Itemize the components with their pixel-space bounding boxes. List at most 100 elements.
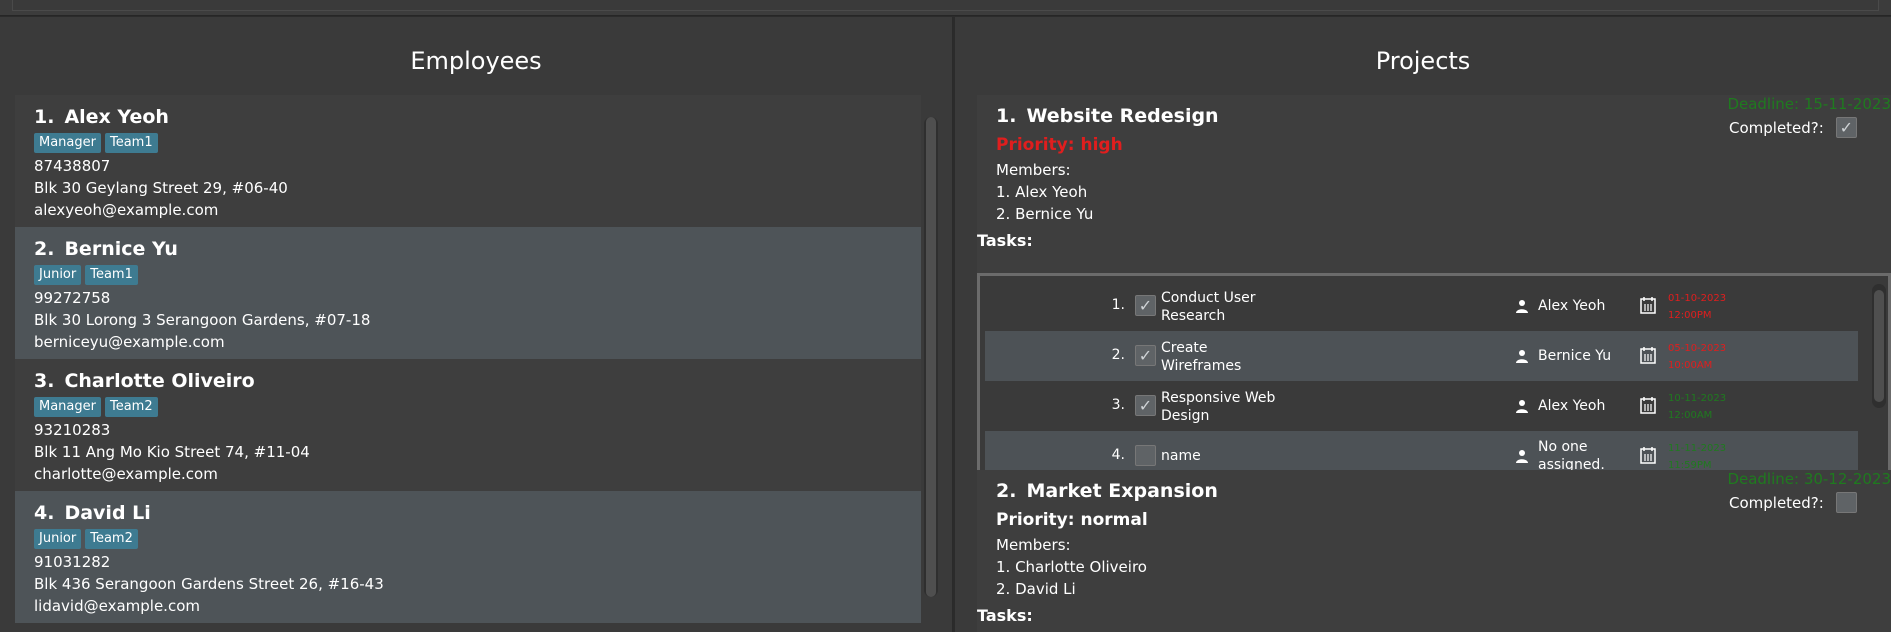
task-checkbox[interactable] xyxy=(1135,445,1156,466)
employee-list-scrollbar[interactable] xyxy=(924,117,938,597)
task-due-date: 10-11-2023 xyxy=(1668,393,1727,404)
scrollbar-thumb[interactable] xyxy=(926,117,936,597)
completed-checkbox[interactable] xyxy=(1835,492,1857,513)
employees-panel: Employees 1. Alex Yeoh Manager Team1 87438… xyxy=(0,17,953,632)
task-index: 2. xyxy=(1111,347,1125,363)
completed-label: Completed?: xyxy=(1729,118,1824,137)
employee-tag: Junior xyxy=(34,529,82,549)
task-row[interactable]: 1. ✓ Conduct User Research Alex Yeoh 01-… xyxy=(985,281,1858,331)
task-list-scrollbar[interactable] xyxy=(1872,284,1886,408)
employee-tag: Manager xyxy=(34,133,101,153)
project-card[interactable]: 2. Market Expansion Deadline: 30-12-2023 … xyxy=(977,470,1891,632)
task-due-time: 12:00PM xyxy=(1668,310,1712,321)
task-due: 05-10-2023 10:00AM xyxy=(1668,340,1726,374)
task-index: 3. xyxy=(1111,397,1125,413)
employee-card[interactable]: 1. Alex Yeoh Manager Team1 87438807 Blk 30… xyxy=(15,95,921,227)
task-due: 11-11-2023 11:59PM xyxy=(1668,440,1726,474)
check-icon: ✓ xyxy=(1138,345,1153,365)
check-icon: ✓ xyxy=(1839,117,1854,137)
task-due: 10-11-2023 12:00AM xyxy=(1668,390,1726,424)
task-list-box: 1. ✓ Conduct User Research Alex Yeoh 01-… xyxy=(977,273,1891,481)
task-assignee: Alex Yeoh xyxy=(1538,398,1606,414)
employee-email: lidavid@example.com xyxy=(34,597,200,615)
task-due-time: 12:00AM xyxy=(1668,410,1713,421)
employee-address: Blk 436 Serangoon Gardens Street 26, #16… xyxy=(34,575,384,593)
task-checkbox[interactable]: ✓ xyxy=(1135,295,1156,316)
task-index: 1. xyxy=(1111,297,1125,313)
command-box[interactable] xyxy=(12,0,1879,11)
task-index: 4. xyxy=(1111,447,1125,463)
task-name: Responsive Web Design xyxy=(1161,390,1276,424)
project-member: 1. Alex Yeoh xyxy=(996,183,1088,201)
employee-tags: Junior Team2 xyxy=(34,526,921,551)
project-member: 2. David Li xyxy=(996,580,1076,598)
scrollbar-thumb[interactable] xyxy=(1874,290,1884,402)
project-deadline: Deadline: 15-11-2023 xyxy=(1727,95,1891,113)
task-due-date: 11-11-2023 xyxy=(1668,443,1727,454)
employee-index: 1. xyxy=(34,106,55,128)
completed-checkbox[interactable]: ✓ xyxy=(1835,117,1857,138)
task-name: Create Wireframes xyxy=(1161,340,1242,374)
project-name-row: 2. Market Expansion xyxy=(996,480,1218,502)
check-icon: ✓ xyxy=(1138,295,1153,315)
employee-phone: 91031282 xyxy=(34,553,111,571)
project-name-row: 1. Website Redesign xyxy=(996,105,1219,127)
employee-card[interactable]: 4. David Li Junior Team2 91031282 Blk 436 … xyxy=(15,491,921,623)
project-priority: Priority: high xyxy=(996,135,1123,155)
completed-label: Completed?: xyxy=(1729,493,1824,512)
calendar-icon xyxy=(1640,297,1656,314)
task-name: name xyxy=(1161,448,1201,464)
check-icon: ✓ xyxy=(1138,395,1153,415)
employee-address: Blk 30 Lorong 3 Serangoon Gardens, #07-1… xyxy=(34,311,371,329)
employee-tag: Team2 xyxy=(104,397,158,417)
employee-list[interactable]: 1. Alex Yeoh Manager Team1 87438807 Blk 30… xyxy=(15,95,921,623)
project-member: 1. Charlotte Oliveiro xyxy=(996,558,1147,576)
person-icon xyxy=(1516,350,1528,363)
employee-tag: Team1 xyxy=(104,133,158,153)
employee-name-row: 1. Alex Yeoh xyxy=(34,105,921,130)
employee-phone: 93210283 xyxy=(34,421,111,439)
project-card[interactable]: 1. Website Redesign Deadline: 15-11-2023 … xyxy=(977,95,1891,481)
employee-email: berniceyu@example.com xyxy=(34,333,225,351)
project-name: Website Redesign xyxy=(1026,105,1219,127)
project-name: Market Expansion xyxy=(1026,480,1218,502)
employees-title: Employees xyxy=(410,47,542,75)
task-assignee: Bernice Yu xyxy=(1538,348,1612,364)
task-checkbox[interactable]: ✓ xyxy=(1135,345,1156,366)
employee-name-row: 2. Bernice Yu xyxy=(34,237,921,262)
task-assignee: No one assigned. xyxy=(1538,439,1605,473)
employee-name-row: 3. Charlotte Oliveiro xyxy=(34,369,921,394)
tasks-label: Tasks: xyxy=(977,606,1033,625)
employee-name: David Li xyxy=(64,502,151,524)
task-checkbox[interactable]: ✓ xyxy=(1135,395,1156,416)
task-due: 01-10-2023 12:00PM xyxy=(1668,290,1726,324)
employee-card[interactable]: 3. Charlotte Oliveiro Manager Team2 932102… xyxy=(15,359,921,491)
project-index: 1. xyxy=(996,105,1017,127)
employee-tag: Team1 xyxy=(85,265,138,285)
employee-index: 2. xyxy=(34,238,55,260)
tasks-label: Tasks: xyxy=(977,231,1033,250)
employee-tag: Team2 xyxy=(85,529,138,549)
employee-name-row: 4. David Li xyxy=(34,501,921,526)
task-name: Conduct User Research xyxy=(1161,290,1256,324)
members-label: Members: xyxy=(996,161,1071,179)
employee-email: charlotte@example.com xyxy=(34,465,218,483)
employee-address: Blk 30 Geylang Street 29, #06-40 xyxy=(34,179,288,197)
task-due-date: 05-10-2023 xyxy=(1668,343,1727,354)
employee-index: 4. xyxy=(34,502,55,524)
employee-phone: 99272758 xyxy=(34,289,111,307)
calendar-icon xyxy=(1640,397,1656,414)
project-priority: Priority: normal xyxy=(996,510,1148,530)
task-list[interactable]: 1. ✓ Conduct User Research Alex Yeoh 01-… xyxy=(985,281,1858,481)
task-row[interactable]: 2. ✓ Create Wireframes Bernice Yu 05-10-… xyxy=(985,331,1858,381)
menu-bar xyxy=(0,0,1891,16)
employee-tag: Junior xyxy=(34,265,82,285)
project-completed: Completed?: xyxy=(1729,492,1857,513)
employee-phone: 87438807 xyxy=(34,157,111,175)
employee-card[interactable]: 2. Bernice Yu Junior Team1 99272758 Blk 30… xyxy=(15,227,921,359)
employee-email: alexyeoh@example.com xyxy=(34,201,219,219)
employee-name: Alex Yeoh xyxy=(64,106,169,128)
projects-title: Projects xyxy=(1375,47,1471,75)
task-row[interactable]: 3. ✓ Responsive Web Design Alex Yeoh 10-… xyxy=(985,381,1858,431)
project-member: 2. Bernice Yu xyxy=(996,205,1094,223)
